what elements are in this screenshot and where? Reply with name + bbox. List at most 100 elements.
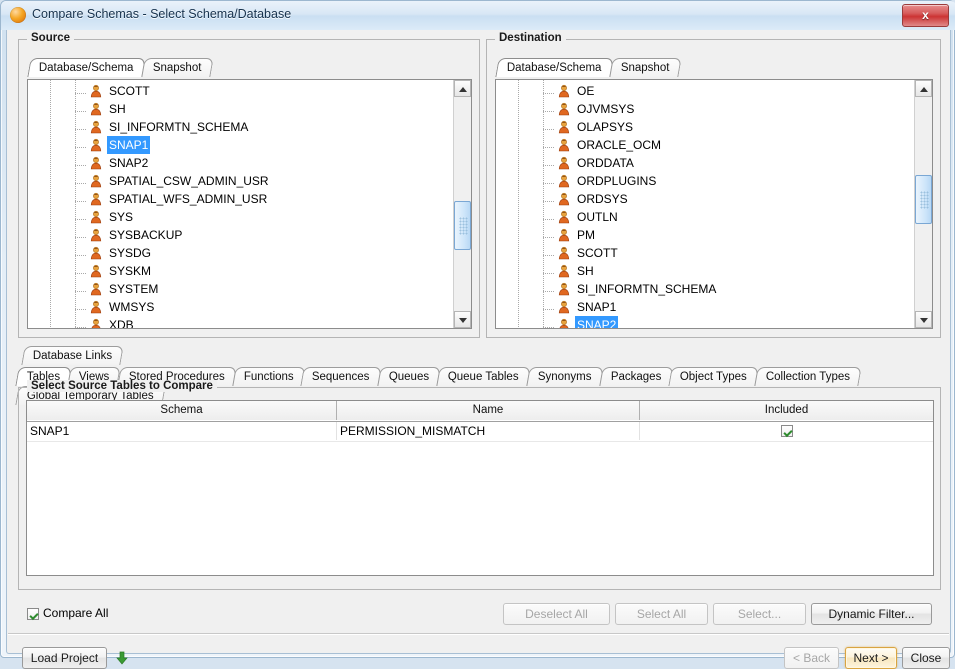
list-item[interactable]: SNAP2 bbox=[543, 316, 914, 328]
list-item[interactable]: ORDDATA bbox=[543, 154, 914, 172]
list-item[interactable]: SH bbox=[543, 262, 914, 280]
source-scroll-up-button[interactable] bbox=[454, 80, 471, 97]
destination-list-rows: OE OJVMSYS OLAPSYS ORACLE_OCM ORDDATA ORDPLUG… bbox=[543, 82, 914, 328]
list-item[interactable]: ORDPLUGINS bbox=[543, 172, 914, 190]
list-item[interactable]: SYSTEM bbox=[75, 280, 453, 298]
list-item[interactable]: SCOTT bbox=[543, 244, 914, 262]
list-item[interactable]: OE bbox=[543, 82, 914, 100]
list-item[interactable]: XDB bbox=[75, 316, 453, 328]
list-item-label: SPATIAL_CSW_ADMIN_USR bbox=[109, 174, 269, 188]
destination-schema-list[interactable]: OE OJVMSYS OLAPSYS ORACLE_OCM ORDDATA ORDPLUG… bbox=[495, 79, 933, 329]
select-dialog-button[interactable]: Select... bbox=[713, 603, 806, 625]
list-item-label: WMSYS bbox=[109, 300, 155, 314]
table-row[interactable]: SNAP1 PERMISSION_MISMATCH bbox=[27, 422, 933, 442]
list-item[interactable]: SNAP1 bbox=[543, 298, 914, 316]
source-vertical-scrollbar[interactable] bbox=[453, 80, 471, 328]
list-item[interactable]: OLAPSYS bbox=[543, 118, 914, 136]
object-type-tab-label: Queue Tables bbox=[448, 371, 519, 383]
list-item-label: SCOTT bbox=[109, 84, 150, 98]
list-item[interactable]: SNAP2 bbox=[75, 154, 453, 172]
list-item[interactable]: ORACLE_OCM bbox=[543, 136, 914, 154]
deselect-all-button[interactable]: Deselect All bbox=[503, 603, 610, 625]
list-item[interactable]: OJVMSYS bbox=[543, 100, 914, 118]
user-schema-icon bbox=[91, 318, 101, 328]
dynamic-filter-button[interactable]: Dynamic Filter... bbox=[811, 603, 932, 625]
source-schema-list[interactable]: SCOTT SH SI_INFORMTN_SCHEMA SNAP1 SNAP2 SPATI… bbox=[27, 79, 472, 329]
list-item-label: SYSBACKUP bbox=[109, 228, 183, 242]
object-type-tab-label: Functions bbox=[243, 371, 294, 383]
list-item[interactable]: SCOTT bbox=[75, 82, 453, 100]
column-header[interactable]: Name bbox=[337, 401, 640, 420]
object-type-tab[interactable]: Queue Tables bbox=[436, 367, 531, 386]
cell-name: PERMISSION_MISMATCH bbox=[337, 422, 640, 440]
list-item[interactable]: PM bbox=[543, 226, 914, 244]
back-button[interactable]: < Back bbox=[784, 647, 839, 669]
object-type-tab[interactable]: Queues bbox=[377, 367, 441, 386]
scroll-up-arrow-icon bbox=[920, 87, 928, 92]
source-scroll-thumb[interactable] bbox=[454, 201, 471, 250]
source-list-viewport: SCOTT SH SI_INFORMTN_SCHEMA SNAP1 SNAP2 SPATI… bbox=[28, 80, 453, 328]
list-item-label: ORDSYS bbox=[577, 192, 628, 206]
scroll-down-arrow-icon bbox=[920, 318, 928, 323]
source-group: Source Database/Schema Snapshot SCOTT SH S… bbox=[18, 32, 480, 338]
list-item[interactable]: SYSKM bbox=[75, 262, 453, 280]
user-schema-icon bbox=[558, 246, 570, 260]
next-button[interactable]: Next > bbox=[845, 647, 897, 669]
object-type-tab[interactable]: Object Types bbox=[668, 367, 759, 386]
destination-scroll-down-button[interactable] bbox=[915, 311, 932, 328]
tree-elbow-line bbox=[75, 201, 87, 202]
tree-elbow-line bbox=[543, 183, 555, 184]
destination-scroll-up-button[interactable] bbox=[915, 80, 932, 97]
object-type-tab[interactable]: Packages bbox=[599, 367, 673, 386]
tree-elbow-line bbox=[75, 255, 87, 256]
destination-vertical-scrollbar[interactable] bbox=[914, 80, 932, 328]
list-item[interactable]: SYS bbox=[75, 208, 453, 226]
source-scroll-down-button[interactable] bbox=[454, 311, 471, 328]
close-button[interactable]: Close bbox=[902, 647, 950, 669]
green-down-arrow-icon[interactable] bbox=[115, 651, 129, 665]
user-schema-icon bbox=[558, 84, 570, 98]
destination-tab-database-schema[interactable]: Database/Schema bbox=[495, 58, 614, 77]
cell-included[interactable] bbox=[640, 422, 933, 440]
list-item-label: ORDPLUGINS bbox=[577, 174, 657, 188]
list-item-label: SYS bbox=[109, 210, 134, 224]
list-item-label: SI_INFORMTN_SCHEMA bbox=[109, 120, 249, 134]
object-type-tab[interactable]: Functions bbox=[231, 367, 306, 386]
list-item[interactable]: ORDSYS bbox=[543, 190, 914, 208]
list-item[interactable]: SNAP1 bbox=[75, 136, 453, 154]
object-type-tab[interactable]: Database Links bbox=[21, 346, 124, 365]
list-item[interactable]: SPATIAL_WFS_ADMIN_USR bbox=[75, 190, 453, 208]
column-header[interactable]: Included bbox=[640, 401, 933, 420]
list-item-label: SI_INFORMTN_SCHEMA bbox=[577, 282, 717, 296]
tree-elbow-line bbox=[75, 147, 87, 148]
cell-schema: SNAP1 bbox=[27, 422, 337, 440]
list-item-label: ORACLE_OCM bbox=[577, 138, 662, 152]
tree-elbow-line bbox=[543, 327, 555, 328]
load-project-button[interactable]: Load Project bbox=[22, 647, 107, 669]
list-item[interactable]: SPATIAL_CSW_ADMIN_USR bbox=[75, 172, 453, 190]
tables-panel: Select Source Tables to Compare Schema Na… bbox=[18, 380, 941, 590]
list-item[interactable]: SYSBACKUP bbox=[75, 226, 453, 244]
select-all-button[interactable]: Select All bbox=[615, 603, 708, 625]
user-schema-icon bbox=[90, 282, 102, 296]
destination-tab-snapshot[interactable]: Snapshot bbox=[608, 58, 681, 77]
close-window-button[interactable]: x bbox=[902, 4, 949, 27]
list-item[interactable]: SYSDG bbox=[75, 244, 453, 262]
tree-elbow-line bbox=[75, 219, 87, 220]
compare-all-checkbox[interactable] bbox=[27, 608, 39, 620]
object-type-tab[interactable]: Synonyms bbox=[526, 367, 604, 386]
list-item[interactable]: SH bbox=[75, 100, 453, 118]
row-included-checkbox[interactable] bbox=[780, 425, 793, 437]
list-item[interactable]: OUTLN bbox=[543, 208, 914, 226]
list-item[interactable]: WMSYS bbox=[75, 298, 453, 316]
source-tables-table[interactable]: Schema Name Included SNAP1 PERMISSION_MISMA… bbox=[26, 400, 934, 576]
destination-tabstrip: Database/Schema Snapshot bbox=[495, 58, 681, 79]
column-header[interactable]: Schema bbox=[27, 401, 337, 420]
destination-scroll-thumb[interactable] bbox=[915, 175, 932, 224]
list-item[interactable]: SI_INFORMTN_SCHEMA bbox=[75, 118, 453, 136]
source-tab-snapshot[interactable]: Snapshot bbox=[140, 58, 213, 77]
object-type-tab[interactable]: Collection Types bbox=[754, 367, 863, 386]
object-type-tab[interactable]: Sequences bbox=[300, 367, 382, 386]
source-tab-database-schema[interactable]: Database/Schema bbox=[27, 58, 146, 77]
list-item[interactable]: SI_INFORMTN_SCHEMA bbox=[543, 280, 914, 298]
